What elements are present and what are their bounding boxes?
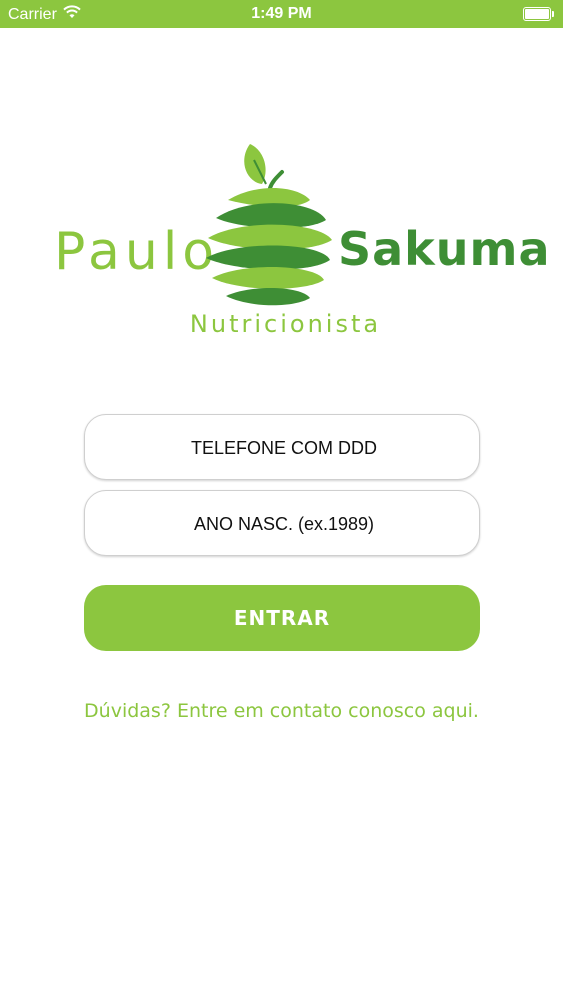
logo-word-sakuma: Sakuma [338, 222, 551, 276]
brand-logo: Paulo Sakuma Nutricionista [0, 120, 563, 350]
phone-input[interactable] [85, 415, 483, 481]
logo-subtitle: Nutricionista [189, 310, 382, 338]
battery-icon [523, 7, 554, 21]
help-contact-link[interactable]: Dúvidas? Entre em contato conosco aqui. [0, 700, 563, 722]
status-bar: Carrier 1:49 PM [0, 0, 563, 28]
status-time: 1:49 PM [251, 5, 312, 22]
enter-button[interactable]: ENTRAR [84, 585, 480, 651]
apple-spiral-icon [206, 144, 332, 306]
phone-field-container [84, 414, 483, 481]
birth-year-input[interactable] [85, 491, 483, 557]
logo-word-paulo: Paulo [54, 222, 220, 282]
birth-year-field-container [84, 490, 483, 557]
